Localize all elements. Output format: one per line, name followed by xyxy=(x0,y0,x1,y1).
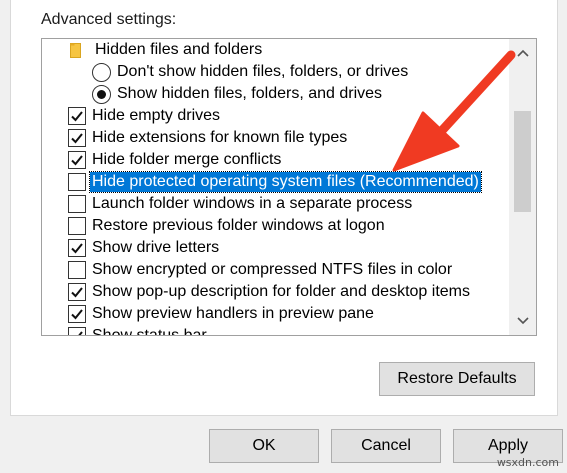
advanced-settings-label: Advanced settings: xyxy=(41,11,177,28)
checkbox-icon[interactable] xyxy=(68,217,86,235)
list-item-label: Show status bar xyxy=(92,327,207,336)
checkbox-checked-icon[interactable] xyxy=(68,327,86,335)
list-item-label: Show encrypted or compressed NTFS files … xyxy=(92,261,453,278)
list-item[interactable]: Show drive letters xyxy=(68,237,534,259)
scroll-down-icon[interactable] xyxy=(509,310,536,332)
list-item-label: Hide extensions for known file types xyxy=(92,129,348,146)
list-item-label: Restore previous folder windows at logon xyxy=(92,217,385,234)
list-item: Hidden files and folders xyxy=(70,39,536,61)
checkbox-icon[interactable] xyxy=(68,173,86,191)
restore-defaults-button[interactable]: Restore Defaults xyxy=(379,362,535,396)
checkbox-checked-icon[interactable] xyxy=(68,239,86,257)
list-item[interactable]: Hide empty drives xyxy=(68,105,534,127)
list-item-label: Hidden files and folders xyxy=(95,41,263,58)
advanced-settings-list[interactable]: Hidden files and folders Don't show hidde… xyxy=(41,38,537,336)
list-item-label: Hide empty drives xyxy=(92,107,221,124)
radio-icon[interactable] xyxy=(92,62,111,82)
checkbox-checked-icon[interactable] xyxy=(68,129,86,147)
checkbox-checked-icon[interactable] xyxy=(68,305,86,323)
watermark: wsxdn.com xyxy=(496,456,559,469)
list-item-label: Launch folder windows in a separate proc… xyxy=(92,195,413,212)
folder-icon xyxy=(70,42,81,58)
list-item-label: Hide folder merge conflicts xyxy=(92,151,282,168)
list-item-label: Show drive letters xyxy=(92,239,220,256)
checkbox-checked-icon[interactable] xyxy=(68,107,86,125)
vertical-scrollbar[interactable] xyxy=(509,39,536,335)
list-item[interactable]: Launch folder windows in a separate proc… xyxy=(68,193,534,215)
list-item-label: Show preview handlers in preview pane xyxy=(92,305,374,322)
checkbox-checked-icon[interactable] xyxy=(68,151,86,169)
list-item-label: Hide protected operating system files (R… xyxy=(89,171,482,193)
list-item[interactable]: Show status bar xyxy=(68,325,534,336)
scrollbar-thumb[interactable] xyxy=(514,111,531,212)
scroll-up-icon[interactable] xyxy=(509,42,536,64)
list-item[interactable]: Hide folder merge conflicts xyxy=(68,149,534,171)
ok-button[interactable]: OK xyxy=(209,429,319,463)
list-item[interactable]: Hide protected operating system files (R… xyxy=(68,171,534,193)
list-item[interactable]: Show preview handlers in preview pane xyxy=(68,303,534,325)
list-item[interactable]: Restore previous folder windows at logon xyxy=(68,215,534,237)
list-item-label: Show hidden files, folders, and drives xyxy=(117,85,383,102)
advanced-settings-panel: Advanced settings: Hidden files and fold… xyxy=(10,0,558,416)
checkbox-icon[interactable] xyxy=(68,261,86,279)
list-item[interactable]: Hide extensions for known file types xyxy=(68,127,534,149)
radio-selected-icon[interactable] xyxy=(92,84,111,104)
list-item[interactable]: Show encrypted or compressed NTFS files … xyxy=(68,259,534,281)
list-item[interactable]: Don't show hidden files, folders, or dri… xyxy=(92,61,536,83)
checkbox-checked-icon[interactable] xyxy=(68,283,86,301)
checkbox-icon[interactable] xyxy=(68,195,86,213)
list-item-label: Show pop-up description for folder and d… xyxy=(92,283,470,300)
cancel-button[interactable]: Cancel xyxy=(331,429,441,463)
list-item[interactable]: Show hidden files, folders, and drives xyxy=(92,83,536,105)
list-item[interactable]: Show pop-up description for folder and d… xyxy=(68,281,534,303)
list-item-label: Don't show hidden files, folders, or dri… xyxy=(117,63,409,80)
